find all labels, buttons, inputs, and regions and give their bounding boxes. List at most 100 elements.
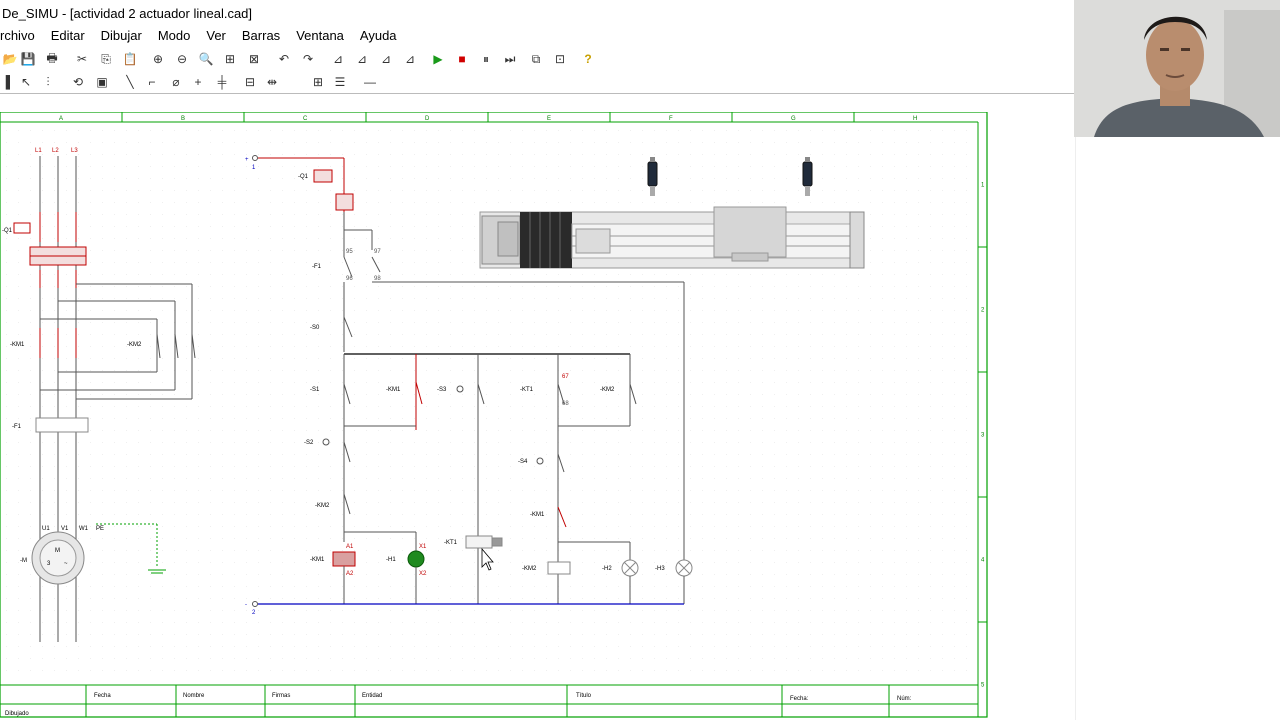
- s1-label: -S1: [310, 387, 320, 393]
- km1-coil[interactable]: [332, 551, 356, 567]
- tb-firmas: Firmas: [272, 693, 290, 699]
- supply-minus: -: [245, 602, 247, 608]
- zoom-all-icon[interactable]: ⊞: [220, 49, 240, 69]
- pin-icon[interactable]: ⊡: [550, 49, 570, 69]
- pause-icon[interactable]: ⏸: [476, 49, 496, 69]
- step-icon[interactable]: ⏭: [500, 49, 520, 69]
- side-panel: [1075, 137, 1280, 720]
- h1-label: -H1: [386, 557, 396, 563]
- terminal-icon[interactable]: ⊟: [240, 72, 260, 92]
- kt1-timer-coil[interactable]: [465, 535, 493, 549]
- undo-icon[interactable]: ↶: [274, 49, 294, 69]
- paste-icon[interactable]: 📋: [120, 49, 140, 69]
- node-icon[interactable]: ⌀: [166, 72, 186, 92]
- q1-handle: [13, 222, 31, 234]
- menu-dibujar[interactable]: Dibujar: [93, 27, 150, 47]
- zoom-in-icon[interactable]: ⊕: [148, 49, 168, 69]
- motor-v1: V1: [61, 526, 69, 532]
- stop-icon[interactable]: ■: [452, 49, 472, 69]
- column-label-g: G: [791, 116, 796, 122]
- motor-pe: PE: [96, 526, 104, 532]
- column-label-b: B: [181, 116, 185, 122]
- kt1-pin-68: 68: [562, 401, 569, 407]
- line-l1: L1: [35, 148, 42, 154]
- line-l2: L2: [52, 148, 59, 154]
- rotate-icon[interactable]: ⟲: [68, 72, 88, 92]
- open-icon[interactable]: 📂: [0, 49, 20, 69]
- help-icon[interactable]: ?: [578, 49, 598, 69]
- q1-power-label: -Q1: [2, 228, 13, 234]
- box-icon[interactable]: ⊞: [308, 72, 328, 92]
- line-icon[interactable]: —: [360, 72, 380, 92]
- menu-modo[interactable]: Modo: [150, 27, 199, 47]
- cross-icon[interactable]: +: [188, 72, 208, 92]
- copy-icon[interactable]: ⎘: [96, 49, 116, 69]
- s0-label: -S0: [310, 325, 320, 331]
- menu-barras[interactable]: Barras: [234, 27, 288, 47]
- list-icon[interactable]: ☰: [330, 72, 350, 92]
- redo-icon[interactable]: ↷: [298, 49, 318, 69]
- menu-editar[interactable]: Editar: [43, 27, 93, 47]
- zoom-prev-icon[interactable]: ⊠: [244, 49, 264, 69]
- motor-u1: U1: [42, 526, 50, 532]
- h2-label: -H2: [602, 566, 612, 572]
- h3-label: -H3: [655, 566, 665, 572]
- tb-fecha: Fecha: [94, 693, 111, 699]
- column-label-h: H: [913, 116, 917, 122]
- s3-label: -S3: [437, 387, 447, 393]
- window-icon[interactable]: ⧉: [526, 49, 546, 69]
- tb-fecha2: Fecha:: [790, 696, 809, 702]
- align-bottom-icon[interactable]: ⊿: [400, 49, 420, 69]
- main-toolbar: 📂 💾 🖶 ✂ ⎘ 📋 ⊕ ⊖ 🔍 ⊞ ⊠ ↶ ↷ ⊿ ⊿ ⊿ ⊿ ▶ ■ ⏸ ⏭ ⧉ ⊡?: [0, 48, 1075, 71]
- h1-x1: X1: [419, 544, 427, 550]
- menu-ventana[interactable]: Ventana: [288, 27, 352, 47]
- f1-control-label: -F1: [312, 264, 322, 270]
- km2-interlock-label: -KM2: [315, 503, 330, 509]
- print-icon[interactable]: 🖶: [42, 49, 62, 69]
- km1-coil-label: -KM1: [310, 557, 325, 563]
- drawing-toolbar: ▌ ↖ ⫶ ⟲ ▣ ╲ ⌐ ⌀ + ╪ ⊟ ⇹ ⊞ ☰ —: [0, 71, 1075, 94]
- align-left-icon[interactable]: ⊿: [328, 49, 348, 69]
- contact-alt-icon[interactable]: ⌐: [142, 72, 162, 92]
- component-icon[interactable]: ▣: [92, 72, 112, 92]
- km2-coil[interactable]: [547, 561, 571, 575]
- select-icon[interactable]: ↖: [16, 72, 36, 92]
- f1-relay[interactable]: [35, 417, 89, 433]
- kt1-coil-label: -KT1: [444, 540, 458, 546]
- f1-pin-98: 98: [374, 276, 381, 282]
- menu-archivo[interactable]: rchivo: [0, 27, 43, 47]
- align-right-icon[interactable]: ⊿: [352, 49, 372, 69]
- junction-icon[interactable]: ╪: [212, 72, 232, 92]
- supply-plus: +: [245, 157, 249, 163]
- menu-ver[interactable]: Ver: [198, 27, 234, 47]
- multi-select-icon[interactable]: ⫶: [38, 72, 58, 92]
- align-top-icon[interactable]: ⊿: [376, 49, 396, 69]
- km1-control-label: -KM1: [386, 387, 401, 393]
- km1-power-label: -KM1: [10, 342, 25, 348]
- webcam-overlay: [1074, 0, 1280, 137]
- tb-num: Núm:: [897, 696, 912, 702]
- save-icon[interactable]: 💾: [18, 49, 38, 69]
- line-l3: L3: [71, 148, 78, 154]
- column-label-c: C: [303, 116, 308, 122]
- schematic-canvas[interactable]: ABCDEFGH 12345 Dibujado Fecha Nombre Fir…: [0, 111, 990, 720]
- km1-interlock-label: -KM1: [530, 512, 545, 518]
- h1-lamp[interactable]: [407, 550, 425, 568]
- contact-icon[interactable]: ╲: [120, 72, 140, 92]
- motor-w1: W1: [79, 526, 89, 532]
- motor-label: -M: [20, 558, 27, 564]
- wire-icon[interactable]: ⇹: [262, 72, 282, 92]
- play-icon[interactable]: ▶: [428, 49, 448, 69]
- menu-ayuda[interactable]: Ayuda: [352, 27, 405, 47]
- f1-power-label: -F1: [12, 424, 22, 430]
- q1-control-handle[interactable]: [313, 169, 333, 183]
- kt1-contact-label: -KT1: [520, 387, 534, 393]
- h1-x2: X2: [419, 571, 427, 577]
- column-label-f: F: [669, 116, 673, 122]
- zoom-out-icon[interactable]: ⊖: [172, 49, 192, 69]
- cut-icon[interactable]: ✂: [72, 49, 92, 69]
- s2-label: -S2: [304, 440, 314, 446]
- s4-label: -S4: [518, 459, 528, 465]
- zoom-window-icon[interactable]: 🔍: [196, 49, 216, 69]
- tb-dibujado: Dibujado: [5, 711, 29, 717]
